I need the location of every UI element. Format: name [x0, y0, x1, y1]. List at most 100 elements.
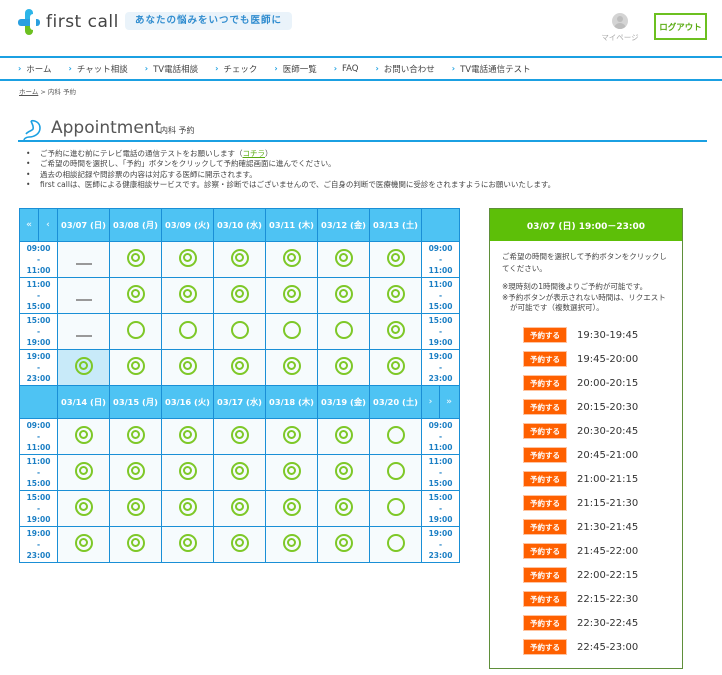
slot-cell[interactable]	[317, 454, 370, 491]
first-page-button[interactable]: «	[20, 209, 39, 241]
double-circle-icon	[282, 356, 301, 375]
slot-cell[interactable]	[213, 526, 266, 563]
reserve-button[interactable]: 予約する	[523, 495, 567, 511]
double-circle-icon	[178, 356, 197, 375]
reserve-button[interactable]: 予約する	[523, 615, 567, 631]
slot-cell[interactable]	[161, 418, 214, 455]
slot-cell[interactable]	[57, 490, 110, 527]
reserve-button[interactable]: 予約する	[523, 327, 567, 343]
reserve-button[interactable]: 予約する	[523, 591, 567, 607]
logout-button[interactable]: ログアウト	[654, 13, 707, 40]
time-label: 09:00-11:00	[421, 418, 460, 455]
connection-test-link[interactable]: コチラ	[243, 149, 266, 158]
slot-cell[interactable]	[213, 241, 266, 278]
prev-page-button[interactable]: ‹	[39, 209, 57, 241]
slot-cell[interactable]	[109, 313, 162, 350]
reserve-button[interactable]: 予約する	[523, 447, 567, 463]
nav-item-5[interactable]: › FAQ	[334, 64, 359, 74]
slot-cell[interactable]	[317, 349, 370, 386]
slot-cell[interactable]	[317, 526, 370, 563]
reserve-button[interactable]: 予約する	[523, 471, 567, 487]
slot-cell[interactable]	[213, 418, 266, 455]
slot-cell[interactable]	[161, 277, 214, 314]
slot-cell[interactable]	[213, 349, 266, 386]
page-subtitle: 内科 予約	[160, 126, 195, 135]
slot-cell[interactable]	[161, 526, 214, 563]
circle-icon	[386, 461, 405, 480]
slot-cell[interactable]	[369, 241, 422, 278]
slot-cell[interactable]	[109, 454, 162, 491]
slot-cell[interactable]	[317, 313, 370, 350]
time-label: 15:00-19:00	[19, 313, 58, 350]
breadcrumb-home[interactable]: ホーム	[19, 88, 38, 96]
slot-cell[interactable]	[265, 418, 318, 455]
panel-note: ※現時刻の1時間後よりご予約が可能です。	[502, 282, 648, 291]
nav-item-3[interactable]: › チェック	[215, 63, 257, 75]
nav-item-2[interactable]: › TV電話相談	[145, 63, 198, 75]
slot-cell[interactable]	[317, 277, 370, 314]
slot-cell[interactable]	[57, 349, 110, 386]
nav-item-7[interactable]: › TV電話通信テスト	[452, 63, 531, 75]
dash-icon	[75, 263, 92, 265]
slot-cell[interactable]	[265, 241, 318, 278]
slot-cell[interactable]	[369, 526, 422, 563]
slot-cell[interactable]	[317, 241, 370, 278]
double-circle-icon	[178, 425, 197, 444]
nav-item-4[interactable]: › 医師一覧	[274, 63, 316, 75]
reserve-button[interactable]: 予約する	[523, 519, 567, 535]
double-circle-icon	[230, 461, 249, 480]
slot-cell[interactable]	[109, 526, 162, 563]
slot-cell[interactable]	[265, 349, 318, 386]
nav-item-1[interactable]: › チャット相談	[69, 63, 128, 75]
slot-cell[interactable]	[161, 313, 214, 350]
slot-cell[interactable]	[369, 490, 422, 527]
slot-cell[interactable]	[265, 490, 318, 527]
slot-cell[interactable]	[109, 418, 162, 455]
slot-cell[interactable]	[161, 454, 214, 491]
slot-cell[interactable]	[161, 241, 214, 278]
logo[interactable]: first call	[18, 9, 119, 35]
reserve-button[interactable]: 予約する	[523, 351, 567, 367]
page-title: Appointment	[51, 118, 162, 138]
slot-cell[interactable]	[317, 490, 370, 527]
chevron-right-icon: ›	[333, 64, 337, 73]
mypage-link[interactable]: マイページ	[600, 13, 640, 43]
reserve-button[interactable]: 予約する	[523, 567, 567, 583]
nav-item-6[interactable]: › お問い合わせ	[375, 63, 434, 75]
slot-cell[interactable]	[369, 418, 422, 455]
slot-cell[interactable]	[213, 277, 266, 314]
slot-cell[interactable]	[369, 454, 422, 491]
double-circle-icon	[386, 284, 405, 303]
slot-cell[interactable]	[109, 490, 162, 527]
slot-cell[interactable]	[369, 277, 422, 314]
slot-cell[interactable]	[369, 349, 422, 386]
double-circle-icon	[334, 425, 353, 444]
nav-item-0[interactable]: › ホーム	[18, 63, 52, 75]
slot-cell[interactable]	[265, 277, 318, 314]
slot-cell[interactable]	[109, 241, 162, 278]
last-page-button[interactable]: »	[440, 386, 458, 418]
slot-cell[interactable]	[213, 454, 266, 491]
reserve-button[interactable]: 予約する	[523, 543, 567, 559]
date-header: 03/17 (水)	[213, 385, 266, 419]
slot-cell[interactable]	[161, 490, 214, 527]
next-page-button[interactable]: ›	[422, 386, 440, 418]
slot-cell[interactable]	[317, 418, 370, 455]
reserve-button[interactable]: 予約する	[523, 639, 567, 655]
slot-cell[interactable]	[161, 349, 214, 386]
reserve-button[interactable]: 予約する	[523, 375, 567, 391]
slot-cell[interactable]	[213, 490, 266, 527]
slot-cell[interactable]	[213, 313, 266, 350]
double-circle-icon	[282, 497, 301, 516]
slot-cell[interactable]	[265, 526, 318, 563]
slot-cell[interactable]	[57, 526, 110, 563]
reserve-button[interactable]: 予約する	[523, 399, 567, 415]
reserve-button[interactable]: 予約する	[523, 423, 567, 439]
slot-cell[interactable]	[369, 313, 422, 350]
slot-cell[interactable]	[109, 349, 162, 386]
slot-cell[interactable]	[265, 313, 318, 350]
slot-cell[interactable]	[57, 454, 110, 491]
slot-cell[interactable]	[265, 454, 318, 491]
slot-cell[interactable]	[109, 277, 162, 314]
slot-cell[interactable]	[57, 418, 110, 455]
